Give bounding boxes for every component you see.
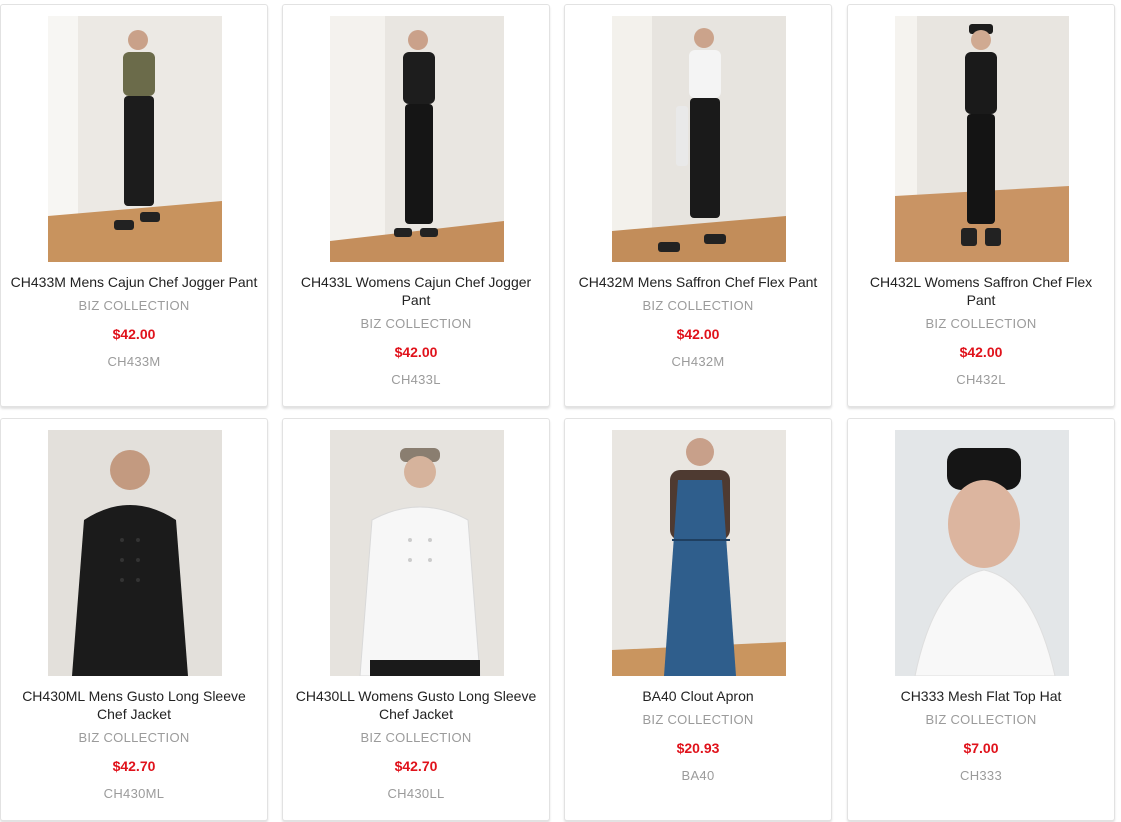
product-title[interactable]: CH430LL Womens Gusto Long Sleeve Chef Ja… (291, 687, 541, 723)
product-image[interactable] (48, 16, 222, 262)
product-image[interactable] (330, 430, 504, 676)
person-standing-icon (48, 16, 222, 262)
product-card[interactable]: CH433M Mens Cajun Chef Jogger Pant BIZ C… (0, 4, 268, 407)
product-image[interactable] (612, 16, 786, 262)
product-sku: CH430ML (103, 786, 165, 801)
product-brand: BIZ COLLECTION (78, 730, 190, 745)
product-price: $42.00 (676, 326, 720, 342)
product-card[interactable]: CH430LL Womens Gusto Long Sleeve Chef Ja… (282, 418, 550, 821)
product-image[interactable] (895, 16, 1069, 262)
product-price: $42.70 (394, 758, 438, 774)
person-hat-icon (895, 430, 1069, 676)
product-brand: BIZ COLLECTION (925, 316, 1037, 331)
product-brand: BIZ COLLECTION (360, 730, 472, 745)
product-title[interactable]: CH430ML Mens Gusto Long Sleeve Chef Jack… (9, 687, 259, 723)
product-brand: BIZ COLLECTION (78, 298, 190, 313)
product-card[interactable]: CH432M Mens Saffron Chef Flex Pant BIZ C… (564, 4, 832, 407)
product-price: $42.00 (394, 344, 438, 360)
product-grid: CH433M Mens Cajun Chef Jogger Pant BIZ C… (0, 0, 1121, 822)
product-title[interactable]: BA40 Clout Apron (573, 687, 823, 705)
person-standing-icon (330, 16, 504, 262)
person-jacket-icon (330, 430, 504, 676)
product-brand: BIZ COLLECTION (642, 298, 754, 313)
product-sku: CH433L (391, 372, 441, 387)
product-sku: CH433M (107, 354, 161, 369)
product-price: $20.93 (676, 740, 720, 756)
product-image[interactable] (48, 430, 222, 676)
product-brand: BIZ COLLECTION (360, 316, 472, 331)
product-card[interactable]: CH432L Womens Saffron Chef Flex Pant BIZ… (847, 4, 1115, 407)
person-jacket-icon (48, 430, 222, 676)
product-card[interactable]: CH333 Mesh Flat Top Hat BIZ COLLECTION $… (847, 418, 1115, 821)
product-sku: CH432M (671, 354, 725, 369)
product-brand: BIZ COLLECTION (925, 712, 1037, 727)
product-sku: BA40 (681, 768, 715, 783)
product-title[interactable]: CH432M Mens Saffron Chef Flex Pant (573, 273, 823, 291)
product-title[interactable]: CH433L Womens Cajun Chef Jogger Pant (291, 273, 541, 309)
product-price: $42.00 (112, 326, 156, 342)
product-card[interactable]: BA40 Clout Apron BIZ COLLECTION $20.93 B… (564, 418, 832, 821)
product-image[interactable] (330, 16, 504, 262)
product-sku: CH333 (960, 768, 1002, 783)
product-card[interactable]: CH433L Womens Cajun Chef Jogger Pant BIZ… (282, 4, 550, 407)
product-price: $42.70 (112, 758, 156, 774)
product-card[interactable]: CH430ML Mens Gusto Long Sleeve Chef Jack… (0, 418, 268, 821)
product-sku: CH430LL (387, 786, 445, 801)
person-standing-icon (895, 16, 1069, 262)
person-standing-icon (612, 16, 786, 262)
product-price: $7.00 (963, 740, 999, 756)
product-sku: CH432L (956, 372, 1006, 387)
product-image[interactable] (895, 430, 1069, 676)
person-apron-icon (612, 430, 786, 676)
product-title[interactable]: CH333 Mesh Flat Top Hat (856, 687, 1106, 705)
product-title[interactable]: CH432L Womens Saffron Chef Flex Pant (856, 273, 1106, 309)
product-price: $42.00 (959, 344, 1003, 360)
product-title[interactable]: CH433M Mens Cajun Chef Jogger Pant (9, 273, 259, 291)
product-image[interactable] (612, 430, 786, 676)
product-brand: BIZ COLLECTION (642, 712, 754, 727)
